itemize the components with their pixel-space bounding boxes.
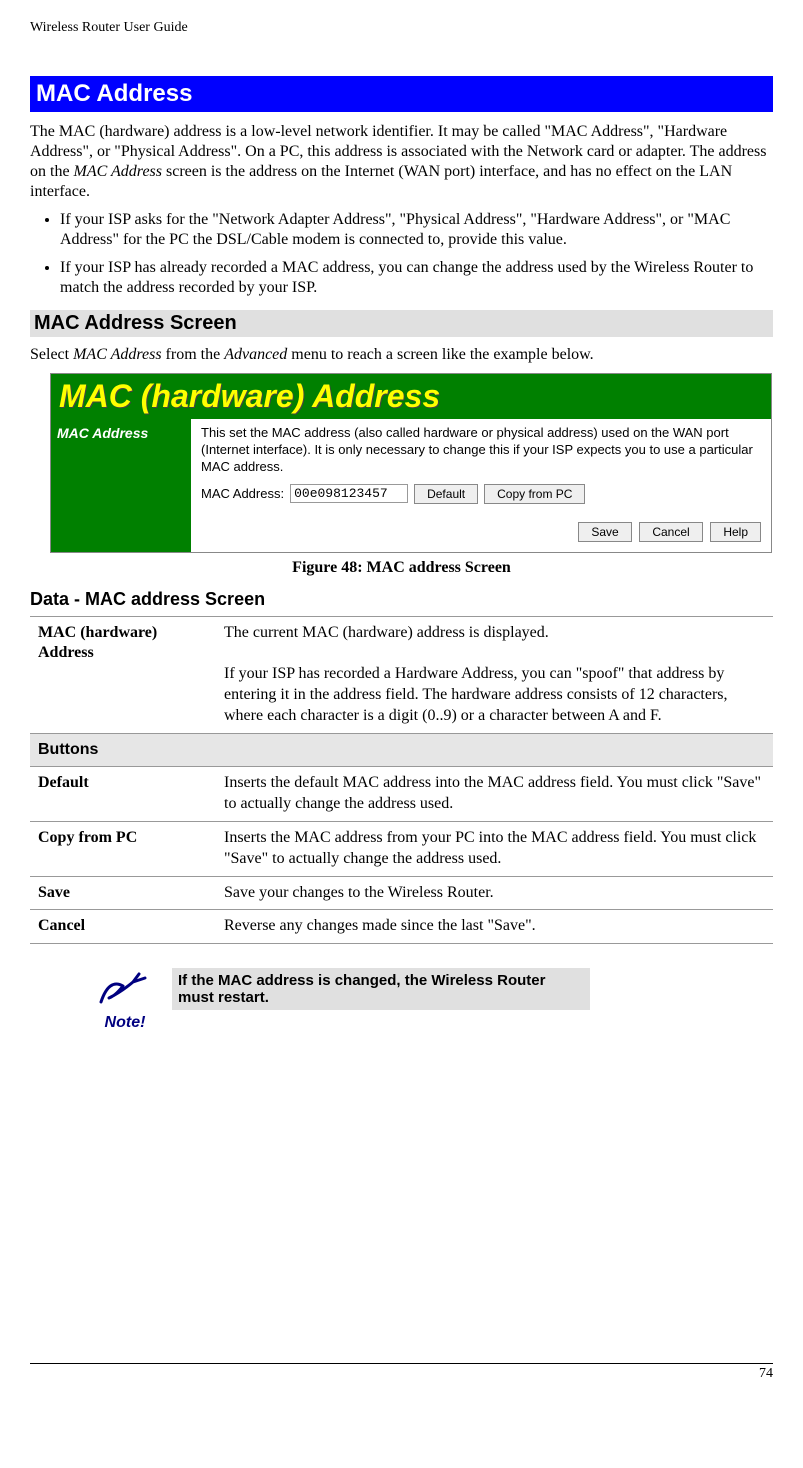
s1c: from the: [162, 346, 225, 363]
note-text: If the MAC address is changed, the Wirel…: [172, 968, 590, 1010]
data-section-heading: Data - MAC address Screen: [30, 589, 773, 610]
cancel-button[interactable]: Cancel: [639, 522, 702, 542]
bullet-item: If your ISP has already recorded a MAC a…: [60, 258, 773, 298]
note-block: Note! If the MAC address is changed, the…: [90, 968, 590, 1032]
table-row: Save Save your changes to the Wireless R…: [30, 876, 773, 910]
cell-value: Inserts the MAC address from your PC int…: [216, 822, 773, 877]
copy-from-pc-button[interactable]: Copy from PC: [484, 484, 585, 504]
figure-caption: Figure 48: MAC address Screen: [30, 559, 773, 577]
help-button[interactable]: Help: [710, 522, 761, 542]
cell-key: Copy from PC: [30, 822, 216, 877]
s1b: MAC Address: [73, 346, 161, 363]
cell-key: MAC (hardware) Address: [30, 616, 216, 733]
bullet-item: If your ISP asks for the "Network Adapte…: [60, 210, 773, 250]
section-heading-mac-screen: MAC Address Screen: [30, 310, 773, 337]
app-description: This set the MAC address (also called ha…: [201, 425, 761, 476]
save-button[interactable]: Save: [578, 522, 631, 542]
table-row: MAC (hardware) Address The current MAC (…: [30, 616, 773, 733]
cell-key: Cancel: [30, 910, 216, 944]
cell-value: Save your changes to the Wireless Router…: [216, 876, 773, 910]
section-cell: Buttons: [30, 733, 773, 767]
intro-paragraph: The MAC (hardware) address is a low-leve…: [30, 122, 773, 202]
table-row: Cancel Reverse any changes made since th…: [30, 910, 773, 944]
app-title: MAC (hardware) Address: [51, 374, 771, 419]
data-table: MAC (hardware) Address The current MAC (…: [30, 616, 773, 945]
page-number: 74: [30, 1363, 773, 1382]
s1a: Select: [30, 346, 73, 363]
running-header: Wireless Router User Guide: [30, 20, 773, 36]
cell-value: Reverse any changes made since the last …: [216, 910, 773, 944]
page-title: MAC Address: [30, 76, 773, 112]
s1e: menu to reach a screen like the example …: [287, 346, 593, 363]
mac-address-input[interactable]: [290, 484, 408, 503]
mac-address-label: MAC Address:: [201, 486, 284, 501]
app-sidebar-label: MAC Address: [51, 419, 191, 552]
s1d: Advanced: [224, 346, 287, 363]
mac-address-screenshot: MAC (hardware) Address MAC Address This …: [50, 373, 772, 553]
note-icon: Note!: [90, 968, 160, 1032]
table-row: Copy from PC Inserts the MAC address fro…: [30, 822, 773, 877]
section1-paragraph: Select MAC Address from the Advanced men…: [30, 345, 773, 365]
default-button[interactable]: Default: [414, 484, 478, 504]
table-section-row: Buttons: [30, 733, 773, 767]
cell-value: Inserts the default MAC address into the…: [216, 767, 773, 822]
cell-value: The current MAC (hardware) address is di…: [216, 616, 773, 733]
intro-italic: MAC Address: [74, 163, 162, 180]
note-icon-label: Note!: [90, 1014, 160, 1032]
table-row: Default Inserts the default MAC address …: [30, 767, 773, 822]
cell-key: Default: [30, 767, 216, 822]
cell-key: Save: [30, 876, 216, 910]
intro-bullets: If your ISP asks for the "Network Adapte…: [30, 210, 773, 298]
